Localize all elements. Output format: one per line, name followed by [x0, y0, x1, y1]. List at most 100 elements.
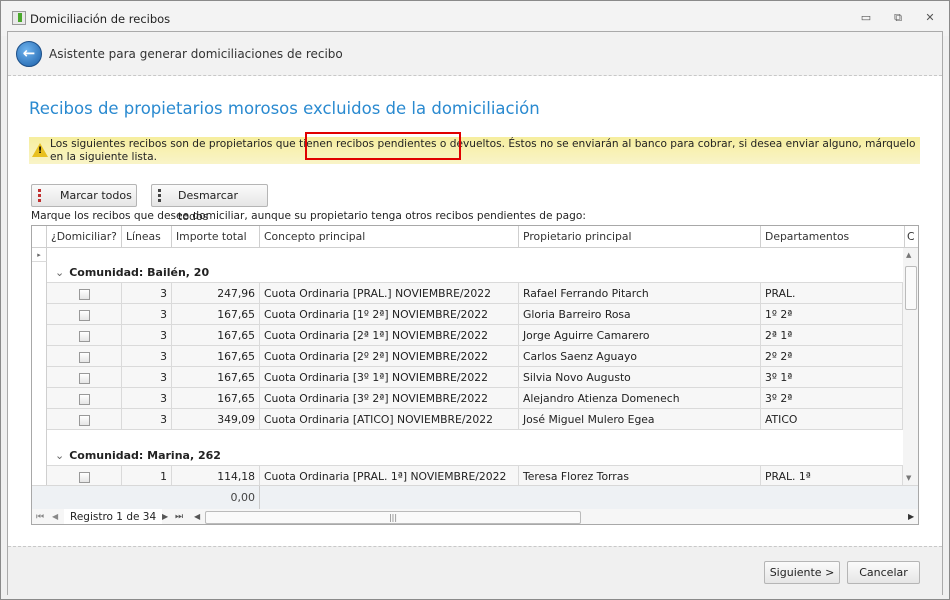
- cell-departamentos: PRAL.: [761, 283, 903, 304]
- cell-concepto: Cuota Ordinaria [3º 2ª] NOVIEMBRE/2022: [260, 388, 519, 409]
- cell-departamentos: 3º 1ª: [761, 367, 903, 388]
- col-extra[interactable]: C: [905, 226, 918, 248]
- focused-empty-row: ▸: [32, 248, 903, 262]
- table-row[interactable]: 1 114,18 Cuota Ordinaria [PRAL. 1ª] NOVI…: [32, 466, 903, 487]
- wizard-panel: ← Asistente para generar domiciliaciones…: [7, 31, 943, 595]
- scroll-right-icon[interactable]: ▶: [908, 509, 914, 524]
- group-label: Comunidad: Marina, 262: [69, 449, 221, 462]
- cell-concepto: Cuota Ordinaria [2º 2ª] NOVIEMBRE/2022: [260, 346, 519, 367]
- domiciliar-checkbox[interactable]: [78, 288, 90, 300]
- group-spacer: [32, 430, 47, 445]
- prev-record-icon[interactable]: ◀: [52, 509, 58, 524]
- cell-concepto: Cuota Ordinaria [ATICO] NOVIEMBRE/2022: [260, 409, 519, 430]
- table-row[interactable]: 3 167,65 Cuota Ordinaria [3º 2ª] NOVIEMB…: [32, 388, 903, 409]
- table-row[interactable]: 3 167,65 Cuota Ordinaria [3º 1ª] NOVIEMB…: [32, 367, 903, 388]
- cell-propietario: Jorge Aguirre Camarero: [519, 325, 761, 346]
- col-domiciliar[interactable]: ¿Domiciliar?: [47, 226, 122, 248]
- domiciliar-checkbox[interactable]: [78, 393, 90, 405]
- cell-propietario: Rafael Ferrando Pitarch: [519, 283, 761, 304]
- col-lineas[interactable]: Líneas: [122, 226, 172, 248]
- cell-propietario: Silvia Novo Augusto: [519, 367, 761, 388]
- cell-departamentos: 3º 2ª: [761, 388, 903, 409]
- cell-concepto: Cuota Ordinaria [1º 2ª] NOVIEMBRE/2022: [260, 304, 519, 325]
- restore-button[interactable]: ⧉: [891, 11, 905, 25]
- table-row[interactable]: 3 349,09 Cuota Ordinaria [ATICO] NOVIEMB…: [32, 409, 903, 430]
- cell-concepto: Cuota Ordinaria [3º 1ª] NOVIEMBRE/2022: [260, 367, 519, 388]
- domiciliar-checkbox[interactable]: [78, 471, 90, 483]
- cell-importe: 167,65: [172, 388, 260, 409]
- summary-row: 0,00: [32, 485, 918, 510]
- cell-propietario: Alejandro Atienza Domenech: [519, 388, 761, 409]
- cell-lineas: 3: [122, 346, 172, 367]
- page-title: Recibos de propietarios morosos excluido…: [29, 99, 540, 118]
- domiciliar-checkbox[interactable]: [78, 414, 90, 426]
- cell-lineas: 3: [122, 409, 172, 430]
- cell-importe: 167,65: [172, 367, 260, 388]
- wizard-title: Asistente para generar domiciliaciones d…: [49, 47, 343, 61]
- vertical-scrollbar[interactable]: ▲ ▼: [903, 248, 918, 485]
- horizontal-scroll-thumb[interactable]: |||: [205, 511, 581, 524]
- unmark-all-button[interactable]: Desmarcar todos: [151, 184, 268, 223]
- cell-lineas: 3: [122, 304, 172, 325]
- app-icon: [12, 11, 26, 25]
- receipts-grid: ¿Domiciliar? Líneas Importe total Concep…: [31, 225, 919, 525]
- list-icon: [158, 189, 170, 202]
- cell-propietario: Teresa Florez Torras: [519, 466, 761, 487]
- group-label: Comunidad: Bailén, 20: [69, 266, 210, 279]
- table-row[interactable]: 3 167,65 Cuota Ordinaria [2ª 1ª] NOVIEMB…: [32, 325, 903, 346]
- table-row[interactable]: 3 167,65 Cuota Ordinaria [1º 2ª] NOVIEMB…: [32, 304, 903, 325]
- collapse-icon[interactable]: ⌄: [55, 266, 64, 279]
- cell-importe: 247,96: [172, 283, 260, 304]
- cell-lineas: 3: [122, 367, 172, 388]
- col-concepto[interactable]: Concepto principal: [260, 226, 519, 248]
- instructions-label: Marque los recibos que desee domiciliar,…: [31, 210, 586, 222]
- first-record-icon[interactable]: ⏮: [36, 509, 44, 524]
- cell-lineas: 3: [122, 325, 172, 346]
- cell-departamentos: PRAL. 1ª: [761, 466, 903, 487]
- collapse-icon[interactable]: ⌄: [55, 449, 64, 462]
- table-row[interactable]: 3 167,65 Cuota Ordinaria [2º 2ª] NOVIEMB…: [32, 346, 903, 367]
- cell-lineas: 3: [122, 388, 172, 409]
- cell-importe: 167,65: [172, 304, 260, 325]
- domiciliar-checkbox[interactable]: [78, 309, 90, 321]
- col-departamentos[interactable]: Departamentos: [761, 226, 905, 248]
- domiciliar-checkbox[interactable]: [78, 351, 90, 363]
- mark-all-button[interactable]: Marcar todos: [31, 184, 137, 207]
- minimize-button[interactable]: ▭: [859, 11, 873, 25]
- cell-importe: 349,09: [172, 409, 260, 430]
- dialog-window: Domiciliación de recibos ▭ ⧉ ✕ ← Asisten…: [0, 0, 950, 600]
- cell-concepto: Cuota Ordinaria [PRAL.] NOVIEMBRE/2022: [260, 283, 519, 304]
- next-button[interactable]: Siguiente >: [764, 561, 840, 584]
- list-check-icon: [38, 189, 50, 202]
- cell-concepto: Cuota Ordinaria [PRAL. 1ª] NOVIEMBRE/202…: [260, 466, 519, 487]
- cell-propietario: José Miguel Mulero Egea: [519, 409, 761, 430]
- back-arrow-icon[interactable]: ←: [16, 41, 42, 67]
- col-propietario[interactable]: Propietario principal: [519, 226, 761, 248]
- cell-departamentos: 2ª 1ª: [761, 325, 903, 346]
- close-button[interactable]: ✕: [923, 11, 937, 25]
- wizard-footer: Siguiente > Cancelar: [8, 546, 942, 595]
- cell-importe: 167,65: [172, 325, 260, 346]
- cancel-button[interactable]: Cancelar: [847, 561, 920, 584]
- next-record-icon[interactable]: ▶: [162, 509, 168, 524]
- window-title: Domiciliación de recibos: [30, 12, 171, 26]
- record-navigator: ⏮ ◀ Registro 1 de 34 ▶ ⏭ ◀ ||| ▶: [32, 509, 918, 524]
- cell-departamentos: ATICO: [761, 409, 903, 430]
- cell-propietario: Gloria Barreiro Rosa: [519, 304, 761, 325]
- grid-header: ¿Domiciliar? Líneas Importe total Concep…: [32, 226, 918, 248]
- last-record-icon[interactable]: ⏭: [175, 509, 183, 524]
- wizard-header: ← Asistente para generar domiciliaciones…: [8, 32, 942, 76]
- col-importe[interactable]: Importe total: [172, 226, 260, 248]
- total-importe: 0,00: [172, 486, 260, 510]
- warning-banner: ! Los siguientes recibos son de propieta…: [29, 137, 920, 164]
- scroll-thumb[interactable]: [905, 266, 917, 310]
- warning-icon: !: [32, 143, 48, 157]
- domiciliar-checkbox[interactable]: [78, 330, 90, 342]
- warning-text: Los siguientes recibos son de propietari…: [50, 138, 916, 163]
- cell-importe: 167,65: [172, 346, 260, 367]
- cell-propietario: Carlos Saenz Aguayo: [519, 346, 761, 367]
- table-row[interactable]: 3 247,96 Cuota Ordinaria [PRAL.] NOVIEMB…: [32, 283, 903, 304]
- domiciliar-checkbox[interactable]: [78, 372, 90, 384]
- cell-departamentos: 1º 2ª: [761, 304, 903, 325]
- scroll-left-icon[interactable]: ◀: [194, 509, 200, 524]
